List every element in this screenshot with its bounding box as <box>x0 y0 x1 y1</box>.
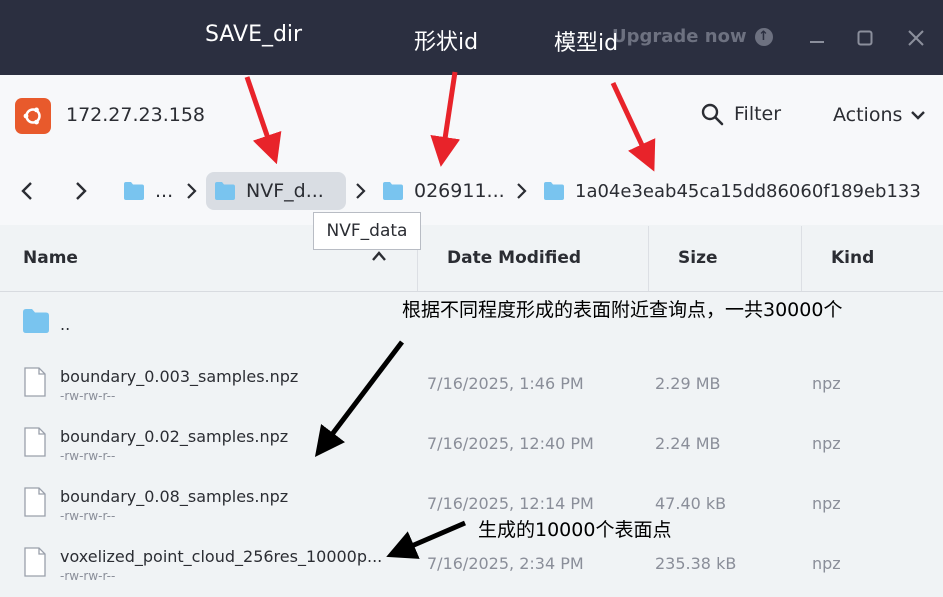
table-row[interactable]: boundary_0.003_samples.npz -rw-rw-r-- 7/… <box>0 355 943 415</box>
file-size: 2.29 MB <box>655 374 721 393</box>
parent-folder-label: .. <box>60 315 71 334</box>
annotation-save-dir: SAVE_dir <box>205 22 303 47</box>
breadcrumb-ellipsis-label: ... <box>155 180 174 202</box>
column-kind-header[interactable]: Kind <box>831 248 874 268</box>
actions-label: Actions <box>833 104 903 126</box>
upgrade-label: Upgrade now <box>612 26 747 47</box>
folder-icon <box>23 309 49 333</box>
file-icon <box>24 427 46 457</box>
minimize-icon <box>810 41 824 43</box>
column-size-header[interactable]: Size <box>678 248 718 268</box>
file-kind: npz <box>812 374 841 393</box>
host-address: 172.27.23.158 <box>66 104 206 126</box>
file-icon <box>24 487 46 517</box>
annotation-surface-points-note: 生成的10000个表面点 <box>478 519 672 541</box>
back-icon <box>21 182 32 200</box>
column-divider <box>801 226 802 291</box>
table-row[interactable]: boundary_0.08_samples.npz -rw-rw-r-- 7/1… <box>0 475 943 535</box>
actions-menu-button[interactable]: Actions <box>833 104 926 126</box>
annotation-shape-id: 形状id <box>414 30 479 55</box>
file-name: boundary_0.02_samples.npz <box>60 427 289 446</box>
file-size: 235.38 kB <box>655 554 737 573</box>
filter-button[interactable]: Filter <box>700 102 781 126</box>
forward-icon <box>76 182 87 200</box>
breadcrumb-ellipsis[interactable]: ... <box>115 172 181 210</box>
sort-up-icon[interactable] <box>371 250 387 262</box>
table-row[interactable]: voxelized_point_cloud_256res_10000p... -… <box>0 535 943 595</box>
upgrade-now-button[interactable]: Upgrade now ↑ <box>612 26 773 47</box>
folder-icon <box>544 182 564 200</box>
file-kind: npz <box>812 494 841 513</box>
maximize-icon <box>857 30 873 46</box>
breadcrumb-item-label: 026911... <box>414 180 505 202</box>
annotation-model-id: 模型id <box>554 31 619 56</box>
file-permissions: -rw-rw-r-- <box>60 389 116 403</box>
file-permissions: -rw-rw-r-- <box>60 449 116 463</box>
table-row[interactable]: boundary_0.02_samples.npz -rw-rw-r-- 7/1… <box>0 415 943 475</box>
folder-icon <box>124 182 144 200</box>
breadcrumb-item-nvf-data[interactable]: NVF_d... <box>206 172 346 210</box>
column-name-header[interactable]: Name <box>23 248 78 268</box>
file-date: 7/16/2025, 2:34 PM <box>427 554 584 573</box>
file-permissions: -rw-rw-r-- <box>60 569 116 583</box>
close-button[interactable] <box>902 24 930 52</box>
chevron-down-icon <box>911 111 926 120</box>
file-date: 7/16/2025, 12:14 PM <box>427 494 594 513</box>
chevron-right-icon <box>183 182 199 200</box>
file-name: boundary_0.08_samples.npz <box>60 487 289 506</box>
file-name: voxelized_point_cloud_256res_10000p... <box>60 547 383 566</box>
ubuntu-logo-icon <box>15 98 51 134</box>
file-size: 2.24 MB <box>655 434 721 453</box>
file-date: 7/16/2025, 12:40 PM <box>427 434 594 453</box>
file-kind: npz <box>812 554 841 573</box>
file-kind: npz <box>812 434 841 453</box>
search-icon <box>701 103 724 126</box>
breadcrumb-item-model[interactable]: 1a04e3eab45ca15dd86060f189eb133 <box>535 172 929 210</box>
annotation-near-surface-note: 根据不同程度形成的表面附近查询点，一共30000个 <box>402 299 843 321</box>
forward-button[interactable] <box>70 180 92 202</box>
file-name: boundary_0.003_samples.npz <box>60 367 299 386</box>
maximize-button[interactable] <box>851 24 879 52</box>
column-divider <box>648 226 649 291</box>
file-date: 7/16/2025, 1:46 PM <box>427 374 584 393</box>
column-date-header[interactable]: Date Modified <box>447 248 581 268</box>
folder-icon <box>383 182 403 200</box>
file-permissions: -rw-rw-r-- <box>60 509 116 523</box>
file-icon <box>24 547 46 577</box>
chevron-right-icon <box>352 182 368 200</box>
file-size: 47.40 kB <box>655 494 727 513</box>
filter-label: Filter <box>734 103 782 125</box>
breadcrumb-item-label: 1a04e3eab45ca15dd86060f189eb133 <box>575 180 921 202</box>
breadcrumb-tooltip: NVF_data <box>313 212 421 250</box>
chevron-right-icon <box>513 182 529 200</box>
folder-icon <box>215 182 235 200</box>
minimize-button[interactable] <box>803 24 831 52</box>
breadcrumb-item-shape[interactable]: 026911... <box>374 172 513 210</box>
close-icon <box>908 30 924 46</box>
file-icon <box>24 367 46 397</box>
breadcrumb-item-label: NVF_d... <box>246 180 324 202</box>
back-button[interactable] <box>16 180 38 202</box>
upgrade-icon: ↑ <box>754 27 773 46</box>
